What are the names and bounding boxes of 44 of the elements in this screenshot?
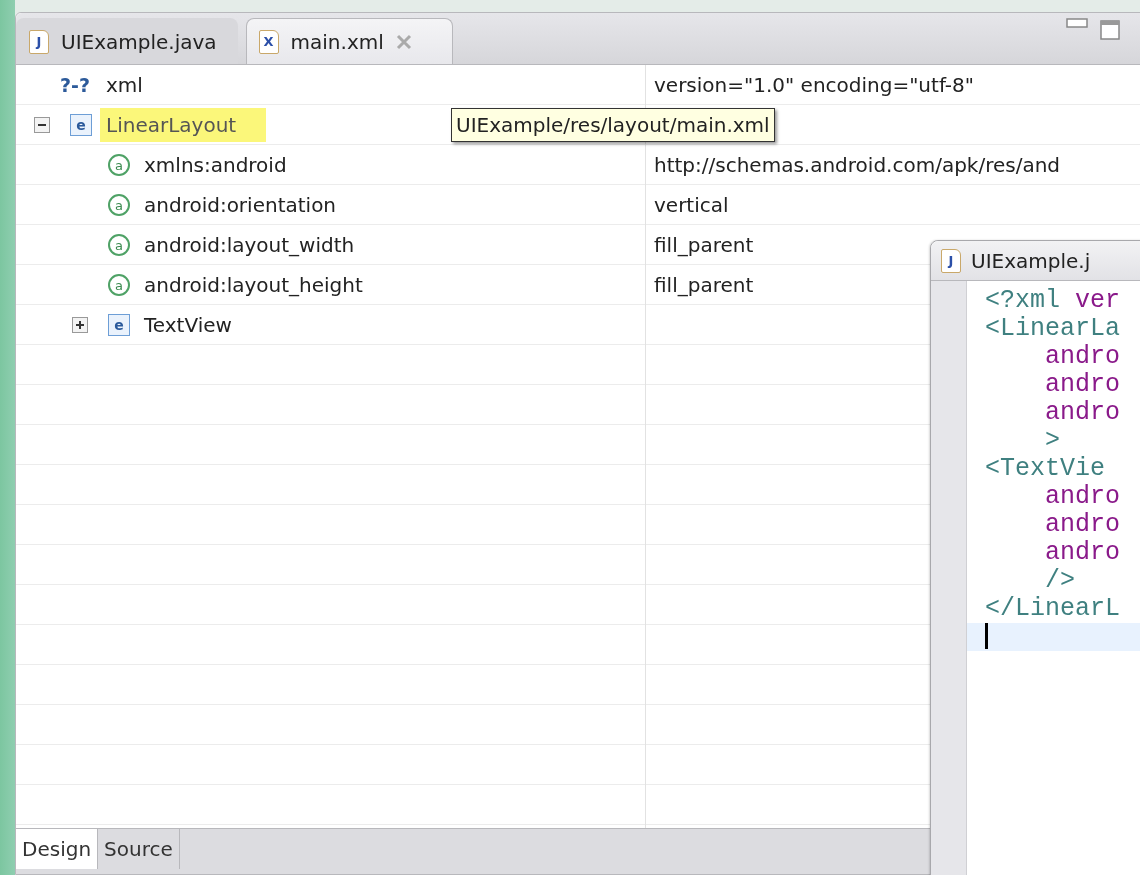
- tree-node-name[interactable]: android:layout_width: [138, 228, 361, 262]
- code-line: andro: [1044, 538, 1121, 567]
- code-line: <?xml ver: [985, 286, 1121, 315]
- close-icon[interactable]: [395, 33, 412, 50]
- code-line: <TextVie: [985, 454, 1106, 483]
- code-line: >: [1044, 426, 1060, 455]
- code-line: />: [1044, 566, 1075, 595]
- code-line: <LinearLa: [985, 314, 1121, 343]
- text-cursor: [985, 623, 988, 650]
- node-value: fill_parent: [653, 232, 754, 259]
- tree-node-name[interactable]: android:layout_height: [138, 268, 369, 302]
- node-value: fill_parent: [653, 272, 754, 299]
- attribute-icon: a: [108, 234, 130, 256]
- attribute-icon: a: [108, 194, 130, 216]
- code-line: andro: [1044, 482, 1121, 511]
- expand-icon[interactable]: [72, 317, 88, 333]
- node-value: http://schemas.android.com/apk/res/and: [653, 152, 1061, 179]
- file-icon: X: [258, 29, 279, 54]
- code-line: </LinearL: [985, 594, 1121, 623]
- node-value: vertical: [653, 192, 729, 219]
- tree-node-name[interactable]: android:orientation: [138, 188, 343, 222]
- tree-node-name[interactable]: xml: [100, 68, 149, 102]
- collapse-icon[interactable]: [34, 117, 50, 133]
- tree-node-name[interactable]: LinearLayout: [100, 108, 267, 142]
- code-line: andro: [1044, 510, 1121, 539]
- file-icon: J: [941, 248, 961, 273]
- bottom-tab[interactable]: Design: [16, 829, 99, 869]
- editor-tab[interactable]: X main.xml: [245, 18, 453, 64]
- tree-node-name[interactable]: TextView: [138, 308, 238, 342]
- file-icon: J: [29, 29, 49, 54]
- element-icon: e: [108, 314, 130, 336]
- minimize-icon[interactable]: [1066, 18, 1088, 30]
- node-value: version="1.0" encoding="utf-8": [653, 72, 974, 99]
- tree-node-name[interactable]: xmlns:android: [138, 148, 293, 182]
- code-line: andro: [1044, 342, 1121, 371]
- code-line: andro: [1044, 398, 1121, 427]
- element-icon: e: [70, 114, 92, 136]
- editor-window-tab[interactable]: J UIExample.j: [931, 241, 1140, 281]
- code-line: andro: [1044, 370, 1121, 399]
- attribute-icon: a: [108, 154, 130, 176]
- attribute-icon: a: [108, 274, 130, 296]
- instruction-icon: ?-?: [58, 75, 92, 95]
- maximize-icon[interactable]: [1100, 20, 1120, 40]
- file-path-tooltip: UIExample/res/layout/main.xml: [451, 108, 775, 142]
